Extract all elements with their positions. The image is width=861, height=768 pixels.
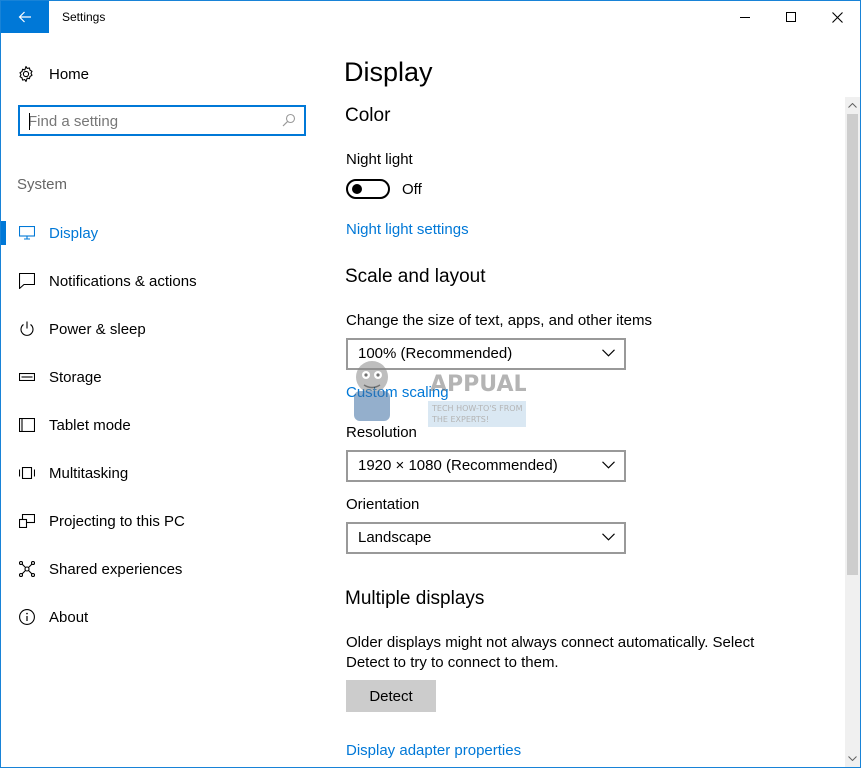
dropdown-value: Landscape: [358, 529, 432, 546]
night-light-state: Off: [402, 181, 422, 198]
chevron-down-icon: [602, 533, 615, 541]
sidebar-item-label: Tablet mode: [49, 416, 131, 434]
sidebar-item-label: About: [49, 608, 89, 626]
back-arrow-icon: [18, 11, 31, 23]
sidebar-item-display[interactable]: Display: [1, 209, 323, 257]
power-icon: [17, 319, 37, 339]
sidebar-item-tablet-mode[interactable]: Tablet mode: [1, 401, 323, 449]
size-label: Change the size of text, apps, and other…: [346, 312, 653, 329]
multitasking-icon: [17, 463, 37, 483]
night-light-label: Night light: [346, 151, 413, 168]
scale-layout-heading: Scale and layout: [345, 266, 486, 287]
multiple-desc-line2: Detect to try to connect to them.: [346, 654, 559, 671]
scroll-thumb[interactable]: [847, 114, 858, 575]
window-title: Settings: [62, 10, 106, 24]
shared-icon: [17, 559, 37, 579]
resolution-label: Resolution: [346, 424, 417, 441]
orientation-label: Orientation: [346, 496, 420, 513]
orientation-dropdown[interactable]: Landscape: [346, 522, 626, 554]
home-link[interactable]: Home: [17, 63, 89, 85]
custom-scaling-link[interactable]: Custom scaling: [346, 384, 449, 401]
sidebar-item-label: Multitasking: [49, 464, 129, 482]
sidebar-item-notifications[interactable]: Notifications & actions: [1, 257, 323, 305]
sidebar-item-power-sleep[interactable]: Power & sleep: [1, 305, 323, 353]
main-content: Display Color Night light Off Night ligh…: [323, 33, 845, 767]
title-bar: Settings: [1, 1, 860, 33]
settings-window: Settings Home System: [0, 0, 861, 768]
close-icon: [831, 11, 843, 23]
night-light-toggle[interactable]: [346, 179, 390, 199]
maximize-button[interactable]: [768, 1, 814, 33]
sidebar-item-about[interactable]: About: [1, 593, 323, 641]
multiple-displays-heading: Multiple displays: [345, 588, 485, 609]
night-light-settings-link[interactable]: Night light settings: [346, 221, 469, 238]
sidebar-item-label: Power & sleep: [49, 320, 146, 338]
detect-button[interactable]: Detect: [346, 680, 436, 712]
page-title: Display: [344, 57, 433, 87]
sidebar-item-projecting[interactable]: Projecting to this PC: [1, 497, 323, 545]
tablet-icon: [17, 415, 37, 435]
home-label: Home: [49, 65, 90, 83]
scale-dropdown[interactable]: 100% (Recommended): [346, 338, 626, 370]
storage-icon: [17, 367, 37, 387]
minimize-icon: [740, 17, 750, 18]
dropdown-value: 100% (Recommended): [358, 345, 513, 362]
vertical-scrollbar[interactable]: [845, 97, 860, 767]
search-icon: [282, 113, 296, 127]
sidebar-item-shared-experiences[interactable]: Shared experiences: [1, 545, 323, 593]
scroll-up-button[interactable]: [845, 97, 860, 114]
color-heading: Color: [345, 105, 391, 126]
sidebar-item-label: Shared experiences: [49, 560, 183, 578]
sidebar-item-multitasking[interactable]: Multitasking: [1, 449, 323, 497]
section-label-system: System: [17, 176, 68, 193]
sidebar-nav: Display Notifications & actions Power & …: [1, 209, 323, 641]
scroll-down-button[interactable]: [845, 750, 860, 767]
scroll-up-icon: [848, 103, 857, 108]
chevron-down-icon: [602, 461, 615, 469]
back-button[interactable]: [1, 1, 49, 33]
projecting-icon: [17, 511, 37, 531]
sidebar: Home System Display Notification: [1, 33, 323, 767]
maximize-icon: [786, 12, 796, 22]
close-button[interactable]: [814, 1, 860, 33]
text-cursor: [29, 113, 30, 130]
dropdown-value: 1920 × 1080 (Recommended): [358, 457, 558, 474]
sidebar-item-label: Projecting to this PC: [49, 512, 185, 530]
scroll-down-icon: [848, 756, 857, 761]
notification-icon: [17, 271, 37, 291]
sidebar-item-label: Notifications & actions: [49, 272, 197, 290]
monitor-icon: [17, 223, 37, 243]
sidebar-item-storage[interactable]: Storage: [1, 353, 323, 401]
search-box[interactable]: [18, 105, 306, 136]
minimize-button[interactable]: [722, 1, 768, 33]
display-adapter-properties-link[interactable]: Display adapter properties: [346, 742, 521, 759]
toggle-knob: [352, 184, 362, 194]
chevron-down-icon: [602, 349, 615, 357]
info-icon: [17, 607, 37, 627]
search-input[interactable]: [28, 111, 268, 131]
sidebar-item-label: Storage: [49, 368, 102, 386]
resolution-dropdown[interactable]: 1920 × 1080 (Recommended): [346, 450, 626, 482]
multiple-desc-line1: Older displays might not always connect …: [346, 634, 755, 651]
sidebar-item-label: Display: [49, 224, 99, 242]
gear-icon: [19, 65, 33, 83]
